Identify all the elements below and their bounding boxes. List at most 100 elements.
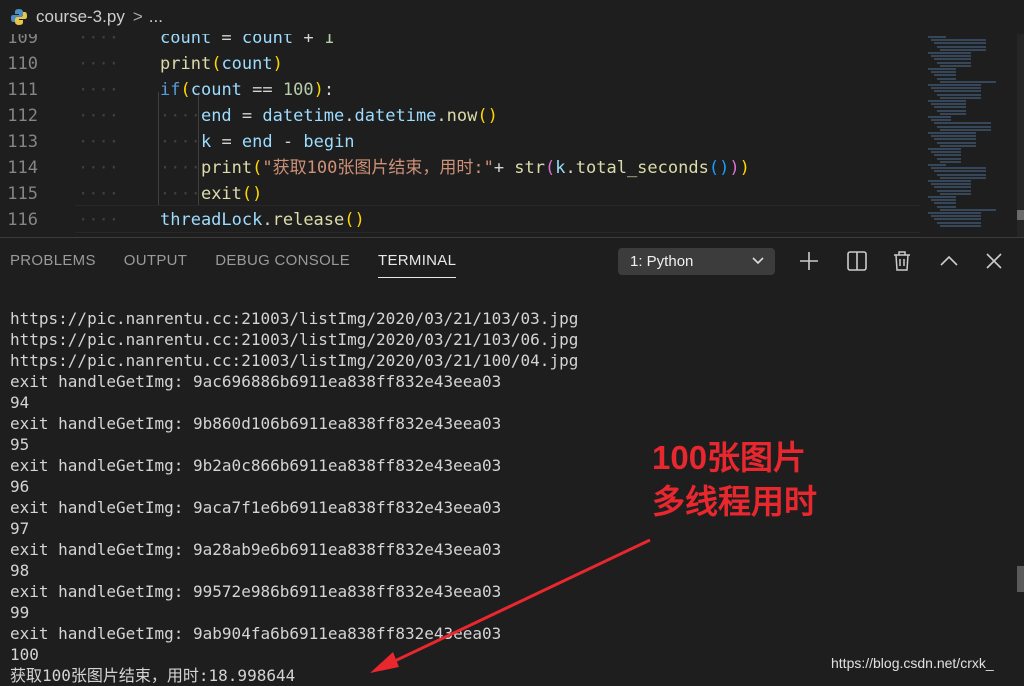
- terminal-line: 100: [10, 645, 39, 664]
- line-number: 115: [7, 184, 38, 204]
- chevron-up-icon[interactable]: [937, 249, 961, 273]
- minimap-line: [934, 58, 971, 61]
- minimap-line: [931, 103, 966, 106]
- minimap-line: [934, 202, 956, 205]
- tab-terminal[interactable]: TERMINAL: [378, 252, 457, 278]
- bottom-panel: PROBLEMS OUTPUT DEBUG CONSOLE TERMINAL 1…: [0, 237, 1024, 685]
- minimap-line: [937, 93, 981, 96]
- line-number: 116: [7, 210, 38, 230]
- terminal-line: 97: [10, 519, 30, 538]
- line-number: 110: [7, 54, 38, 74]
- terminal-line: exit handleGetImg: 99572e986b6911ea838ff…: [10, 582, 502, 601]
- breadcrumb-file[interactable]: course-3.py: [36, 7, 125, 27]
- line-number: 114: [7, 158, 38, 178]
- minimap-line: [928, 84, 981, 86]
- close-icon[interactable]: [982, 249, 1006, 273]
- split-icon[interactable]: [845, 249, 869, 273]
- code-text: count = count + 1: [160, 34, 335, 48]
- code-text: threadLock.release(): [160, 210, 365, 230]
- annotation-line-1: 100张图片: [652, 439, 807, 476]
- breadcrumb: course-3.py > ...: [0, 0, 1024, 34]
- minimap[interactable]: [922, 34, 1017, 237]
- code-text: k = end - begin: [200, 132, 355, 152]
- minimap-line: [937, 125, 991, 128]
- breadcrumb-separator: >: [132, 7, 143, 26]
- line-number: 111: [7, 80, 38, 100]
- breadcrumb-ellipsis[interactable]: ...: [149, 7, 163, 27]
- minimap-line: [928, 36, 946, 38]
- terminal-line: 98: [10, 561, 30, 580]
- terminal-scroll-thumb[interactable]: [1017, 566, 1024, 592]
- editor-scrollbar[interactable]: [1017, 34, 1024, 237]
- minimap-line: [928, 52, 971, 54]
- minimap-line: [928, 180, 971, 182]
- minimap-line: [928, 100, 966, 102]
- terminal-output[interactable]: https://pic.nanrentu.cc:21003/listImg/20…: [10, 308, 578, 686]
- minimap-line: [937, 141, 976, 144]
- terminal-line: exit handleGetImg: 9b2a0c866b6911ea838ff…: [10, 456, 502, 475]
- tab-output[interactable]: OUTPUT: [124, 252, 187, 278]
- minimap-line: [934, 106, 966, 109]
- minimap-line: [931, 167, 986, 170]
- minimap-line: [931, 87, 981, 90]
- minimap-line: [928, 148, 961, 150]
- code-line[interactable]: 112 ···· ···· end = datetime.datetime.now…: [0, 103, 920, 129]
- python-file-icon: [11, 9, 27, 25]
- trash-icon[interactable]: [890, 249, 914, 273]
- minimap-line: [934, 90, 981, 93]
- terminal-select[interactable]: 1: Python: [618, 248, 775, 275]
- line-number: 109: [7, 34, 38, 48]
- minimap-line: [934, 170, 986, 173]
- minimap-line: [937, 61, 971, 64]
- code-line[interactable]: 115 ···· ···· exit(): [0, 181, 920, 207]
- code-text: print(count): [160, 54, 283, 74]
- minimap-line: [940, 176, 986, 179]
- code-editor[interactable]: 109 ···· ···· count = count + 1 110 ···· ···…: [0, 34, 1024, 237]
- terminal-line: https://pic.nanrentu.cc:21003/listImg/20…: [10, 330, 579, 349]
- minimap-line: [928, 132, 976, 134]
- code-line[interactable]: 116 ···· ···· threadLock.release(): [0, 207, 920, 233]
- code-line[interactable]: 109 ···· ···· count = count + 1: [0, 34, 920, 51]
- code-line[interactable]: 110 ···· ···· print(count): [0, 51, 920, 77]
- annotation-line-2: 多线程用时: [652, 483, 817, 520]
- minimap-line: [940, 208, 996, 211]
- code-text: print("获取100张图片结束，用时:"+ str(k.total_seco…: [200, 158, 750, 178]
- minimap-line: [931, 151, 961, 154]
- code-line[interactable]: 111 ···· ···· if(count == 100):: [0, 77, 920, 103]
- minimap-line: [931, 39, 986, 42]
- code-text: end = datetime.datetime.now(): [200, 106, 498, 126]
- code-line[interactable]: 114 ···· ···· print("获取100张图片结束，用时:"+ str…: [0, 155, 920, 181]
- minimap-line: [940, 128, 991, 131]
- minimap-line: [940, 112, 966, 115]
- minimap-line: [928, 68, 956, 70]
- tab-problems[interactable]: PROBLEMS: [10, 252, 96, 278]
- minimap-line: [937, 189, 971, 192]
- line-number: 113: [7, 132, 38, 152]
- minimap-line: [931, 183, 971, 186]
- minimap-line: [931, 71, 956, 74]
- terminal-line: exit handleGetImg: 9ab904fa6b6911ea838ff…: [10, 624, 502, 643]
- line-number: 112: [7, 106, 38, 126]
- minimap-line: [937, 221, 981, 224]
- code-text: if(count == 100):: [160, 80, 335, 100]
- annotation-text: 100张图片 多线程用时: [652, 436, 817, 524]
- code-text: exit(): [200, 184, 263, 204]
- plus-icon[interactable]: [797, 249, 821, 273]
- terminal-select-value: 1: Python: [630, 253, 694, 270]
- terminal-line: 95: [10, 435, 30, 454]
- minimap-line: [928, 164, 946, 166]
- minimap-line: [931, 119, 951, 122]
- minimap-line: [928, 196, 956, 198]
- minimap-line: [937, 77, 956, 80]
- terminal-line: 99: [10, 603, 30, 622]
- editor-scroll-thumb[interactable]: [1017, 210, 1024, 220]
- minimap-line: [931, 199, 956, 202]
- minimap-line: [937, 157, 961, 160]
- code-line[interactable]: 113 ···· ···· k = end - begin: [0, 129, 920, 155]
- terminal-line: exit handleGetImg: 9b860d106b6911ea838ff…: [10, 414, 502, 433]
- minimap-line: [934, 218, 981, 221]
- tab-debug-console[interactable]: DEBUG CONSOLE: [215, 252, 350, 278]
- terminal-line: 96: [10, 477, 30, 496]
- minimap-line: [940, 192, 971, 195]
- minimap-line: [931, 215, 981, 218]
